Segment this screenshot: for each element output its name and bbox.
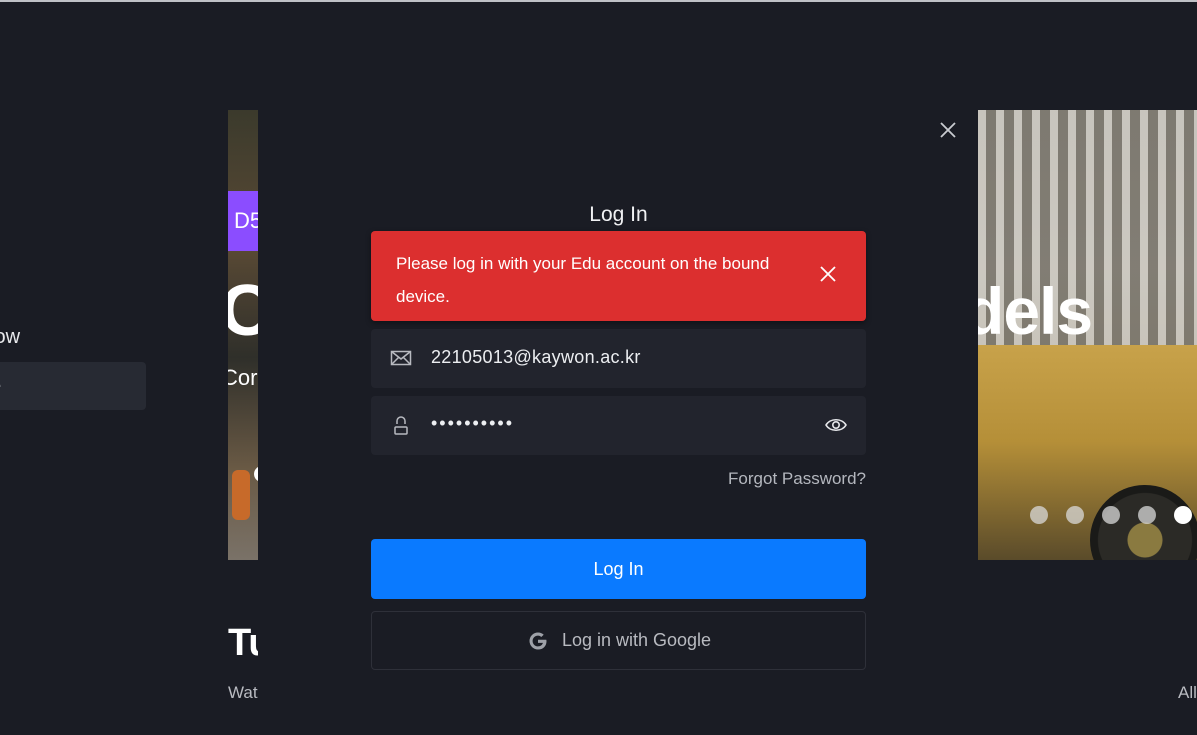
forgot-password-link[interactable]: Forgot Password? <box>660 469 866 489</box>
section-subtitle: Wat <box>228 683 258 702</box>
error-alert: Please log in with your Edu account on t… <box>371 231 866 321</box>
google-button-label: Log in with Google <box>561 630 712 650</box>
lock-icon <box>394 416 408 435</box>
banner-badge: D5 <box>228 191 258 251</box>
banner-subheading: Cor <box>228 365 258 390</box>
banner-heading: C <box>228 271 258 351</box>
carousel-dot-4[interactable] <box>1138 506 1156 524</box>
sidebar-item-label: low <box>0 326 21 348</box>
sidebar-item[interactable]: t <box>0 265 146 313</box>
email-field[interactable]: 22105013@kaywon.ac.kr <box>371 329 866 388</box>
modal-title: Log In <box>589 203 648 226</box>
carousel-dot-5-active[interactable] <box>1174 506 1192 524</box>
carousel-dot-2[interactable] <box>1066 506 1084 524</box>
carousel-dot-1[interactable] <box>1030 506 1048 524</box>
password-value[interactable]: •••••••••• <box>431 413 514 434</box>
sidebar-item-label: e <box>0 375 1 397</box>
sidebar-item[interactable]: low <box>0 313 146 361</box>
alert-message: Please log in with your Edu account on t… <box>396 254 770 306</box>
eye-icon[interactable] <box>825 414 847 436</box>
section-subtitle-right: All <box>1178 683 1197 702</box>
sidebar-item-selected[interactable]: e <box>0 362 146 410</box>
google-login-button[interactable]: Log in with Google <box>371 611 866 670</box>
section-title: Tu <box>228 622 258 664</box>
banner-heading-right: dels <box>978 274 1093 348</box>
banner-image-left: D5 C Cor <box>228 110 258 560</box>
carousel-dot-3[interactable] <box>1102 506 1120 524</box>
password-field[interactable]: •••••••••• <box>371 396 866 455</box>
top-border <box>0 0 1197 2</box>
close-icon[interactable] <box>819 265 837 283</box>
google-icon <box>529 632 547 649</box>
mail-icon <box>390 350 412 366</box>
carousel-dots <box>1030 506 1192 524</box>
close-icon[interactable] <box>938 120 958 140</box>
worker-figure <box>232 470 250 520</box>
email-value[interactable]: 22105013@kaywon.ac.kr <box>431 347 641 368</box>
login-button[interactable]: Log In <box>371 539 866 599</box>
banner-image-right: dels <box>978 110 1197 560</box>
